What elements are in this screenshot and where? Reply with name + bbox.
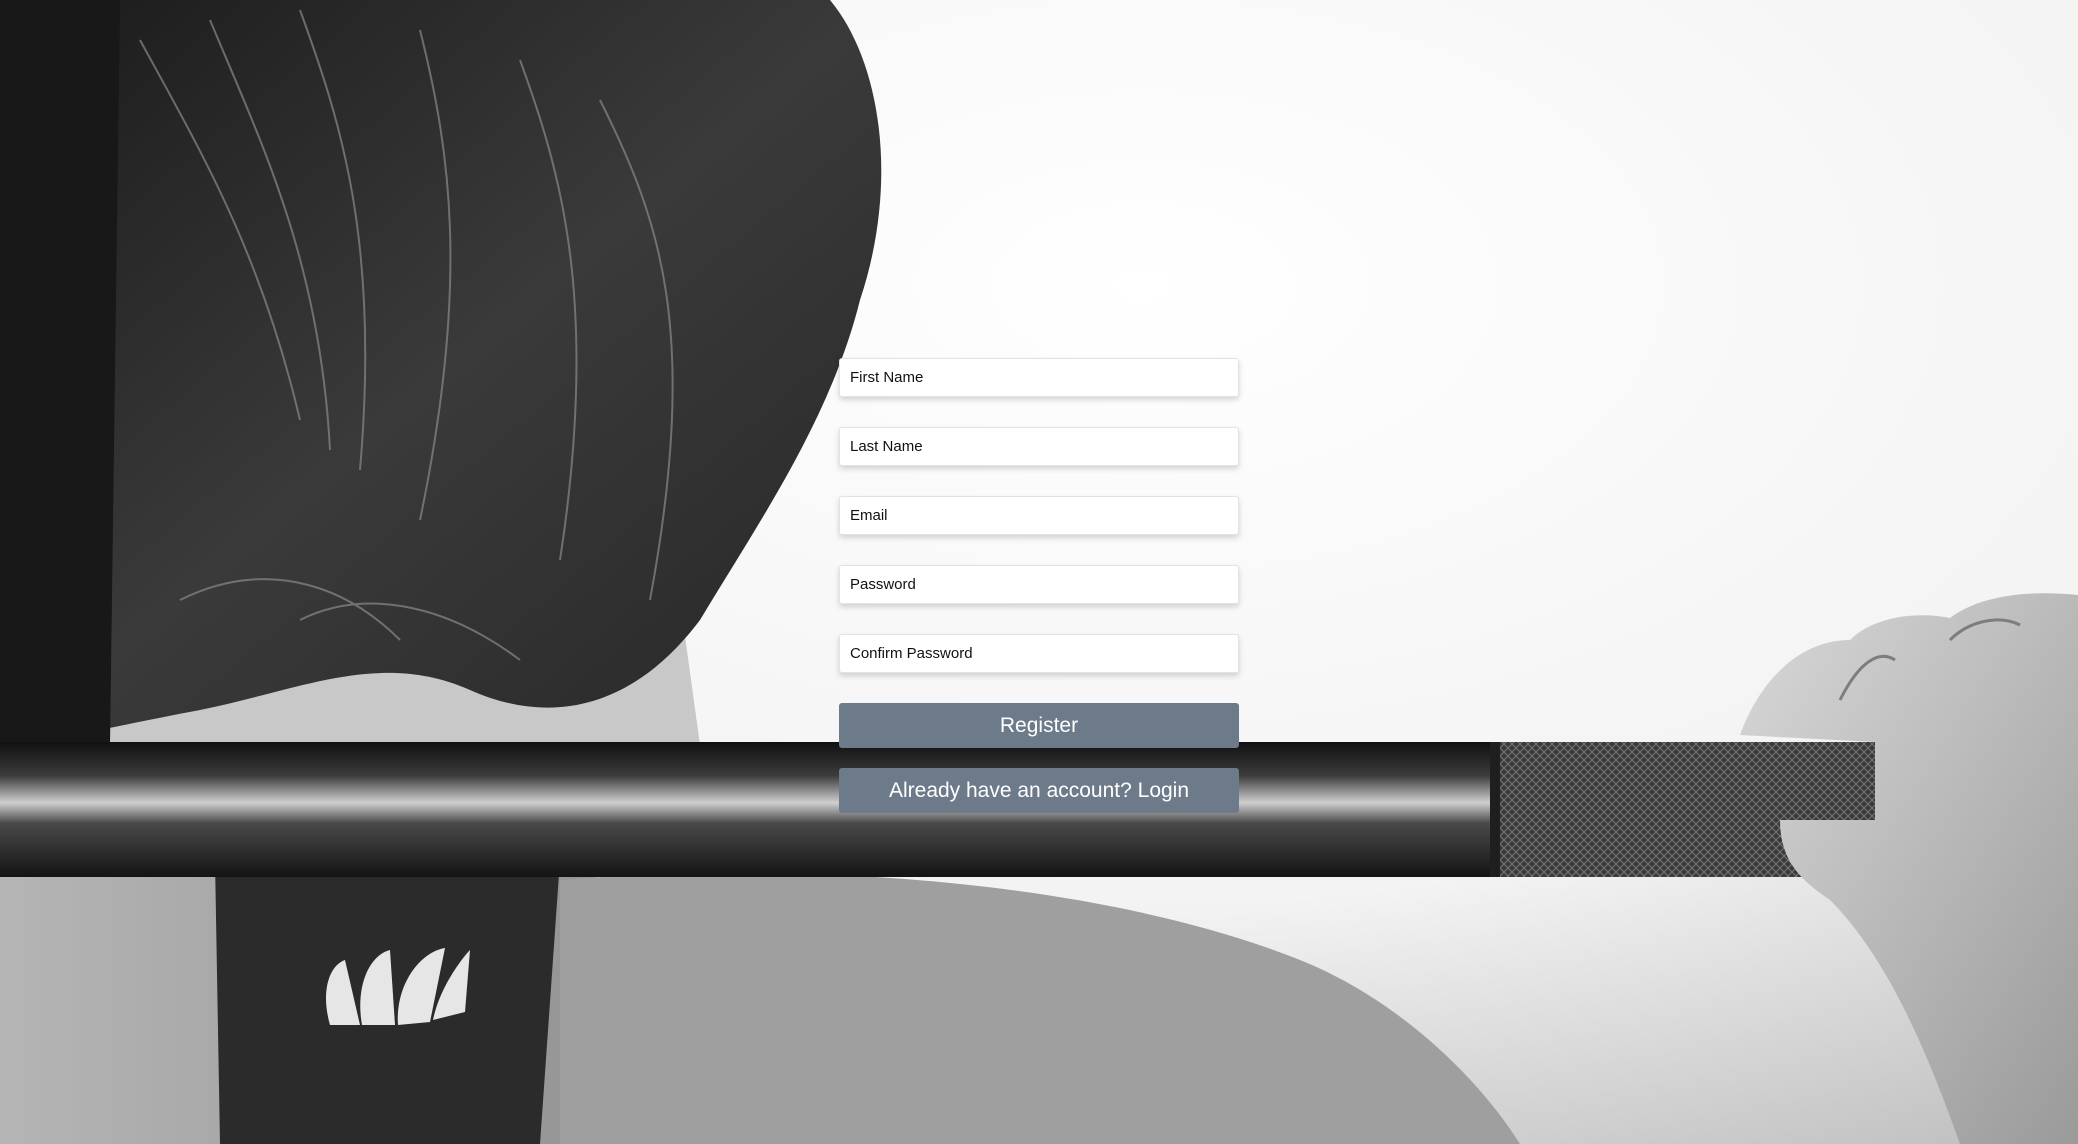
first-name-field[interactable] <box>839 358 1239 397</box>
register-page: Register Already have an account? Login <box>0 0 2078 1144</box>
login-link-button[interactable]: Already have an account? Login <box>839 768 1239 813</box>
email-field[interactable] <box>839 496 1239 535</box>
password-field[interactable] <box>839 565 1239 604</box>
register-form: Register Already have an account? Login <box>839 358 1239 813</box>
confirm-password-field[interactable] <box>839 634 1239 673</box>
last-name-field[interactable] <box>839 427 1239 466</box>
register-button[interactable]: Register <box>839 703 1239 748</box>
